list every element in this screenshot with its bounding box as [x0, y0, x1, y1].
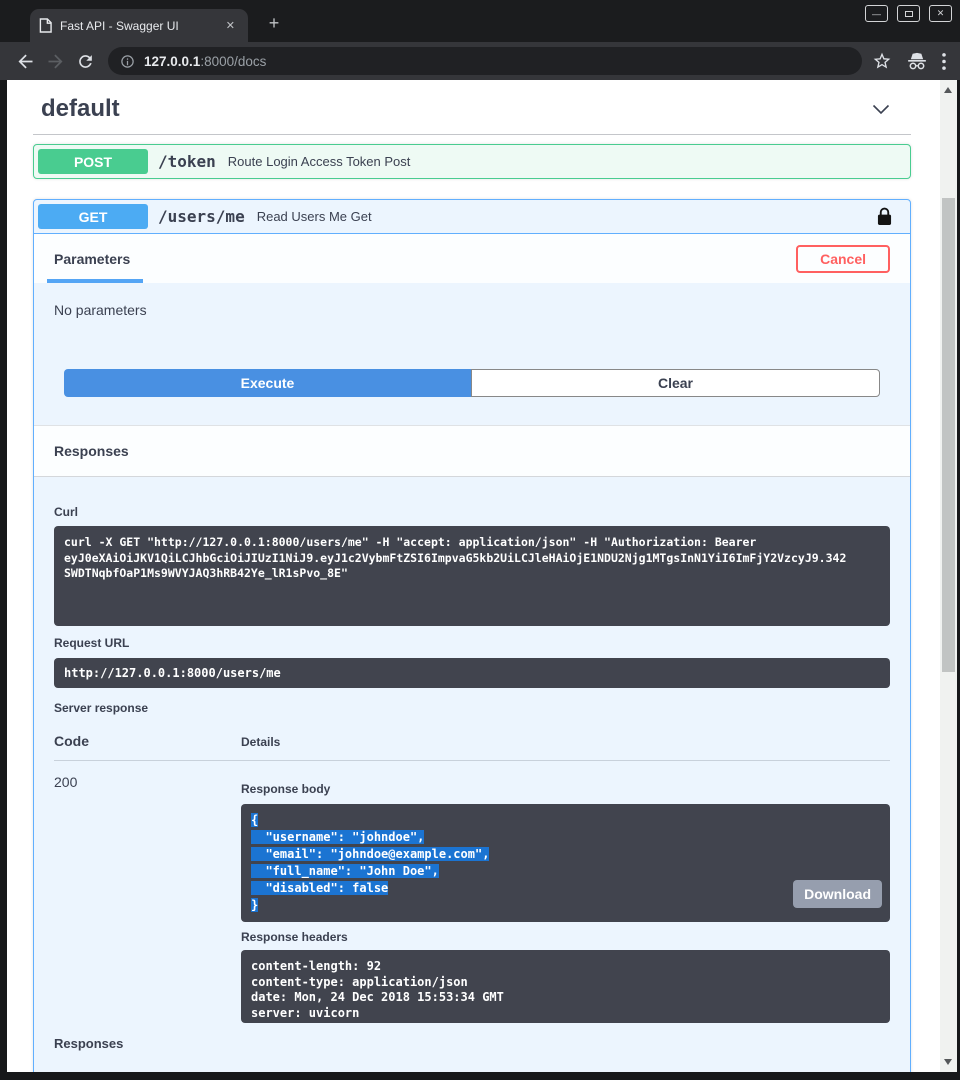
get-path: /users/me [158, 207, 245, 226]
curl-command-block: curl -X GET "http://127.0.0.1:8000/users… [54, 526, 890, 626]
opblock-post-token: POST /token Route Login Access Token Pos… [33, 144, 911, 179]
json-line: "email": "johndoe@example.com", [251, 846, 880, 863]
get-method-badge: GET [38, 204, 148, 229]
response-body-block: { "username": "johndoe", "email": "johnd… [241, 804, 890, 922]
doc-code-column-header: Code [54, 1071, 241, 1072]
window-controls: — ✕ [865, 5, 952, 22]
details-column-header: Details [241, 735, 280, 749]
json-line: "full_name": "John Doe", [251, 863, 880, 880]
browser-tab[interactable]: Fast API - Swagger UI ✕ [30, 9, 248, 42]
url-bar[interactable]: 127.0.0.1:8000/docs [108, 47, 862, 75]
server-response-table-header: Code Details [54, 733, 890, 761]
status-code: 200 [54, 774, 241, 1023]
json-line: "username": "johndoe", [251, 829, 880, 846]
page-viewport: default POST /token Route Login Access T… [7, 80, 957, 1072]
api-group-title: default [41, 95, 120, 123]
no-parameters-text: No parameters [54, 302, 890, 318]
json-line: } [251, 897, 880, 914]
response-headers-label: Response headers [241, 930, 890, 944]
json-line: { [251, 812, 880, 829]
server-response-row: 200 Response body { "username": "johndoe… [54, 774, 890, 1023]
browser-tab-bar: Fast API - Swagger UI ✕ + — ✕ [0, 0, 960, 42]
curl-label: Curl [54, 505, 890, 519]
parameters-body: No parameters Execute Clear [34, 283, 910, 425]
swagger-content: default POST /token Route Login Access T… [7, 80, 940, 1072]
scrollbar-up-arrow-icon[interactable] [944, 87, 952, 93]
url-path: :8000/docs [200, 54, 266, 69]
doc-links-column-header: Links [750, 1071, 890, 1072]
browser-toolbar: 127.0.0.1:8000/docs [0, 42, 960, 80]
response-header-line: content-type: application/json [251, 975, 880, 991]
request-url-value: http://127.0.0.1:8000/users/me [64, 666, 880, 680]
url-host: 127.0.0.1 [144, 54, 200, 69]
execute-bar: Execute Clear [54, 369, 890, 397]
request-url-label: Request URL [54, 636, 890, 650]
code-column-header: Code [54, 733, 241, 749]
window-minimize-button[interactable]: — [865, 5, 888, 22]
tab-close-icon[interactable]: ✕ [222, 17, 239, 34]
info-icon [120, 54, 135, 69]
forward-icon [45, 51, 66, 72]
post-method-badge: POST [38, 149, 148, 174]
responses-section-header: Responses [34, 425, 910, 477]
page-favicon-icon [39, 18, 52, 33]
response-body-label: Response body [241, 782, 890, 796]
chevron-down-icon[interactable] [869, 97, 893, 121]
curl-line: SWDTNqbfOaP1Ms9WVYJAQ3hRB42Ye_lR1sPvo_8E… [64, 566, 880, 582]
url-text: 127.0.0.1:8000/docs [144, 54, 266, 69]
responses-title: Responses [54, 443, 129, 459]
response-header-line: date: Mon, 24 Dec 2018 15:53:34 GMT [251, 990, 880, 1006]
cancel-button[interactable]: Cancel [796, 245, 890, 273]
server-response-label: Server response [54, 701, 890, 715]
parameters-tab-underline [47, 279, 143, 283]
scrollbar-down-arrow-icon[interactable] [944, 1059, 952, 1065]
post-path: /token [158, 152, 216, 171]
response-header-line: content-length: 92 [251, 959, 880, 975]
api-group-header[interactable]: default [33, 80, 911, 135]
curl-line: curl -X GET "http://127.0.0.1:8000/users… [64, 535, 880, 551]
response-headers-block: content-length: 92content-type: applicat… [241, 950, 890, 1023]
page-scrollbar[interactable] [940, 80, 957, 1072]
reload-button[interactable] [70, 46, 100, 76]
lock-icon [877, 207, 892, 226]
opblock-post-summary[interactable]: POST /token Route Login Access Token Pos… [34, 145, 910, 178]
auth-lock-button[interactable] [877, 207, 900, 226]
back-icon [15, 51, 36, 72]
incognito-icon [906, 52, 928, 71]
scrollbar-thumb[interactable] [942, 198, 955, 672]
opblock-get-users-me: GET /users/me Read Users Me Get Paramete… [33, 199, 911, 1072]
browser-menu-icon[interactable] [942, 53, 946, 70]
documented-responses-table-header: Code Description Links [54, 1071, 890, 1072]
response-header-line: server: uvicorn [251, 1006, 880, 1022]
download-button[interactable]: Download [793, 880, 882, 908]
new-tab-button[interactable]: + [262, 12, 286, 36]
forward-button[interactable] [40, 46, 70, 76]
toolbar-right [872, 51, 950, 71]
parameters-header: Parameters Cancel [34, 234, 910, 283]
get-summary-text: Read Users Me Get [257, 209, 372, 224]
json-line: "disabled": false [251, 880, 880, 897]
window-maximize-button[interactable] [897, 5, 920, 22]
clear-button[interactable]: Clear [471, 369, 880, 397]
back-button[interactable] [10, 46, 40, 76]
maximize-icon [905, 11, 913, 17]
tab-parameters: Parameters [54, 251, 130, 267]
response-details: Response body { "username": "johndoe", "… [241, 774, 890, 1023]
opblock-get-summary[interactable]: GET /users/me Read Users Me Get [34, 200, 910, 234]
post-summary-text: Route Login Access Token Post [228, 154, 411, 169]
documented-responses-label: Responses [54, 1036, 890, 1051]
request-url-block: http://127.0.0.1:8000/users/me [54, 658, 890, 688]
execute-button[interactable]: Execute [64, 369, 471, 397]
reload-icon [76, 52, 95, 71]
responses-body: Curl curl -X GET "http://127.0.0.1:8000/… [34, 477, 910, 1072]
curl-line: eyJ0eXAiOiJKV1QiLCJhbGciOiJIUzI1NiJ9.eyJ… [64, 551, 880, 567]
window-close-button[interactable]: ✕ [929, 5, 952, 22]
bookmark-star-icon[interactable] [872, 51, 892, 71]
tab-title: Fast API - Swagger UI [60, 19, 222, 33]
